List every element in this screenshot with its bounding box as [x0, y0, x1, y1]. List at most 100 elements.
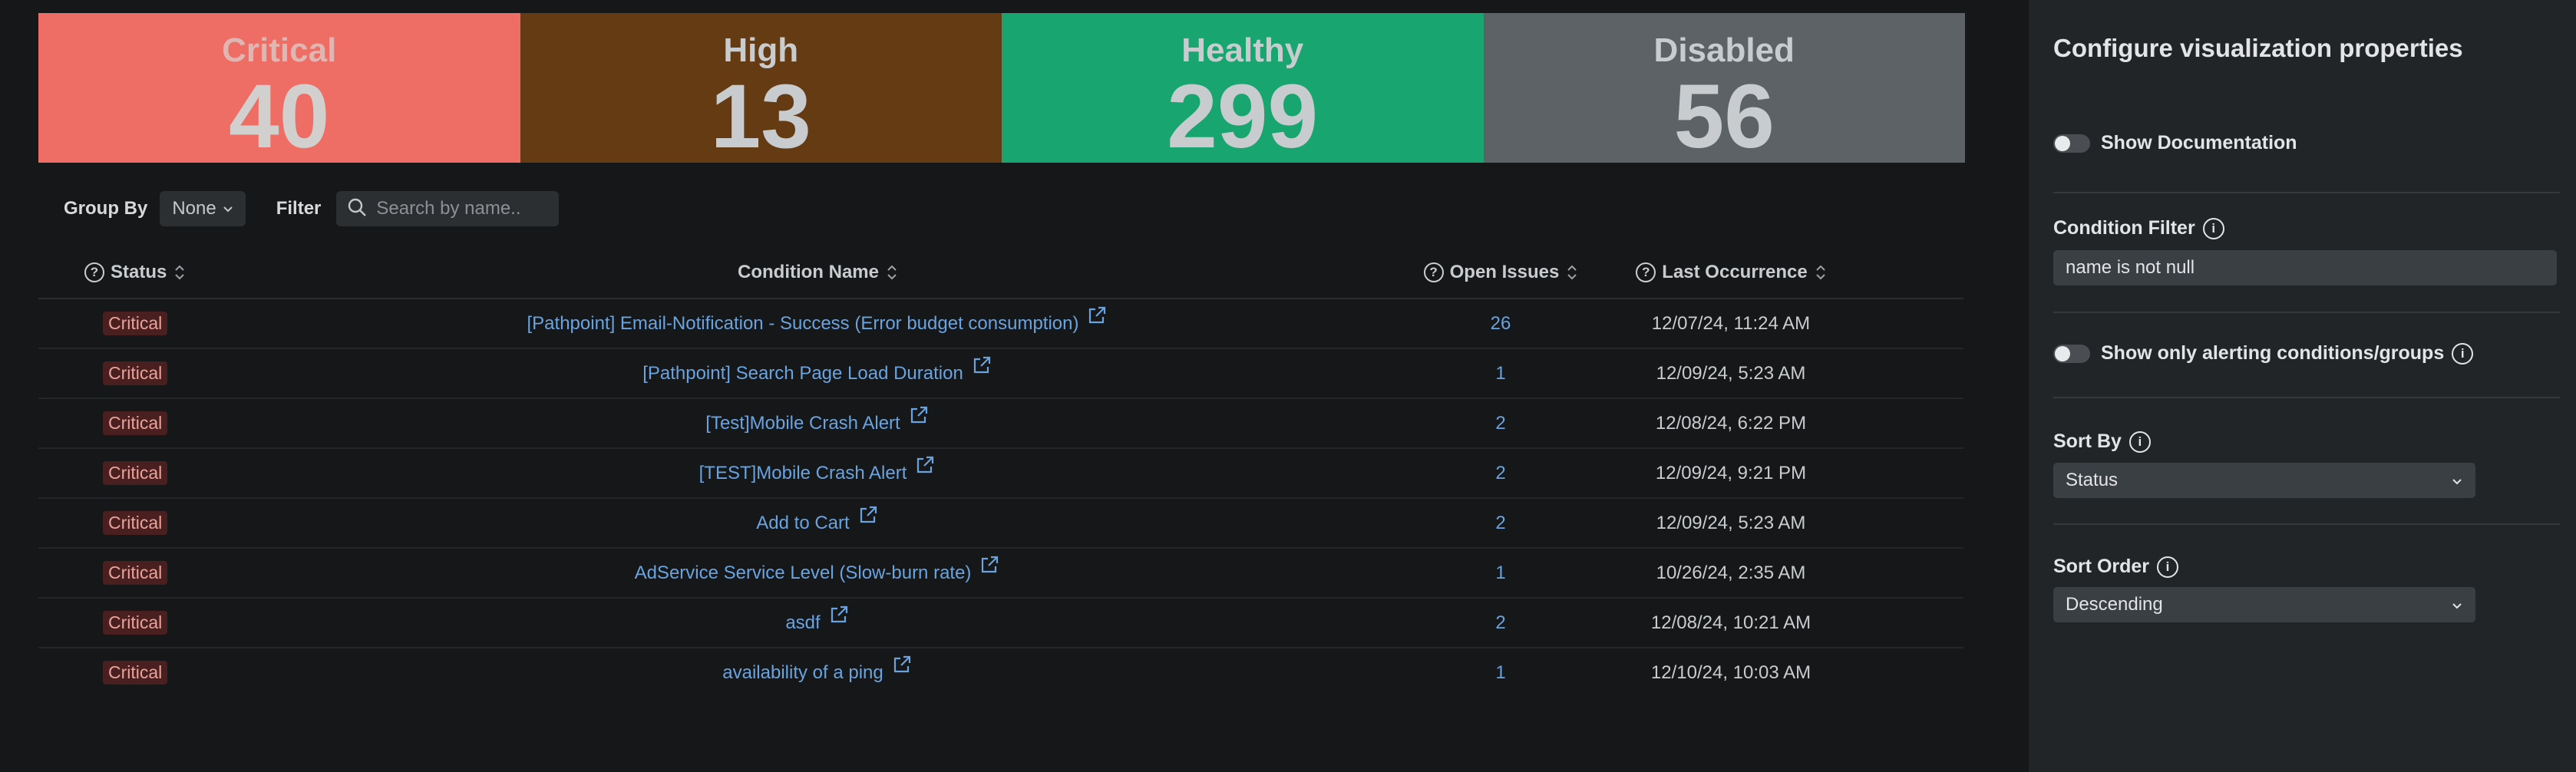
condition-filter-label: Condition Filter i — [2053, 217, 2224, 239]
condition-link[interactable]: [TEST]Mobile Crash Alert — [699, 463, 907, 484]
condition-name-header-label: Condition Name — [738, 262, 879, 282]
filter-label: Filter — [276, 198, 322, 219]
info-icon[interactable]: i — [2202, 217, 2224, 239]
high-count: 13 — [710, 66, 811, 167]
condition-link[interactable]: [Test]Mobile Crash Alert — [705, 413, 900, 434]
status-header[interactable]: ? Status — [38, 262, 238, 283]
table-row: Critical Add to Cart 2 12/09/24, 5:23 AM — [38, 499, 1963, 549]
table-row: Critical asdf 2 12/08/24, 10:21 AM — [38, 599, 1963, 648]
show-documentation-row: Show Documentation — [2053, 132, 2297, 154]
status-badge: Critical — [103, 611, 168, 635]
condition-filter-label-text: Condition Filter — [2053, 217, 2195, 239]
last-occurrence: 12/08/24, 10:21 AM — [1650, 612, 1811, 633]
conditions-table: ? Status Condition Name ? Open Issues ? … — [38, 247, 1963, 697]
open-issues-count[interactable]: 2 — [1495, 413, 1505, 434]
healthy-count: 299 — [1167, 66, 1319, 167]
status-badge: Critical — [103, 661, 168, 685]
sort-icon[interactable] — [174, 263, 185, 282]
table-row: Critical [Pathpoint] Email-Notification … — [38, 299, 1963, 349]
external-link-icon[interactable] — [908, 404, 930, 431]
group-by-label: Group By — [64, 198, 148, 219]
info-icon[interactable]: i — [2129, 431, 2151, 453]
last-occurrence: 12/08/24, 6:22 PM — [1655, 412, 1807, 434]
search-input[interactable] — [375, 197, 547, 220]
show-documentation-toggle[interactable] — [2053, 134, 2090, 153]
table-row: Critical AdService Service Level (Slow-b… — [38, 549, 1963, 599]
show-only-alerting-toggle[interactable] — [2053, 344, 2090, 363]
last-occurrence-header-label: Last Occurrence — [1662, 262, 1808, 282]
external-link-icon[interactable] — [1086, 305, 1108, 332]
status-badge: Critical — [103, 411, 168, 435]
condition-link[interactable]: Add to Cart — [756, 513, 849, 534]
condition-link[interactable]: AdService Service Level (Slow-burn rate) — [635, 563, 972, 584]
status-badge: Critical — [103, 561, 168, 585]
external-link-icon[interactable] — [891, 654, 913, 681]
last-occurrence: 10/26/24, 2:35 AM — [1656, 562, 1806, 583]
last-occurrence: 12/09/24, 5:23 AM — [1656, 362, 1806, 384]
group-by-value: None — [172, 198, 216, 219]
status-badge: Critical — [103, 312, 168, 335]
external-link-icon[interactable] — [971, 355, 992, 381]
sort-order-label-text: Sort Order — [2053, 556, 2150, 577]
sort-by-label: Sort By i — [2053, 431, 2151, 453]
help-icon[interactable]: ? — [1423, 262, 1444, 282]
disabled-tile[interactable]: Disabled 56 — [1483, 13, 1965, 167]
external-link-icon[interactable] — [828, 604, 850, 631]
external-link-icon[interactable] — [914, 454, 936, 481]
sort-icon[interactable] — [1815, 263, 1826, 282]
healthy-label: Healthy — [1181, 31, 1304, 69]
search-box — [336, 191, 560, 226]
external-link-icon[interactable] — [979, 554, 1000, 581]
status-badge: Critical — [103, 511, 168, 535]
last-occurrence-header[interactable]: ? Last Occurrence — [1604, 262, 1858, 283]
condition-link[interactable]: availability of a ping — [722, 662, 883, 684]
info-icon[interactable]: i — [2452, 342, 2474, 365]
condition-link[interactable]: asdf — [785, 612, 820, 634]
sort-order-value: Descending — [2066, 594, 2163, 615]
sort-icon[interactable] — [887, 263, 897, 282]
divider — [2053, 192, 2560, 193]
condition-link[interactable]: [Pathpoint] Email-Notification - Success… — [527, 313, 1079, 335]
table-header: ? Status Condition Name ? Open Issues ? … — [38, 247, 1963, 299]
info-icon[interactable]: i — [2157, 556, 2179, 578]
disabled-label: Disabled — [1653, 31, 1795, 69]
high-tile[interactable]: High 13 — [520, 13, 1002, 163]
open-issues-count[interactable]: 26 — [1491, 313, 1511, 335]
divider — [2053, 523, 2560, 525]
open-issues-count[interactable]: 2 — [1495, 463, 1505, 484]
show-only-alerting-label: Show only alerting conditions/groups — [2101, 342, 2445, 364]
main-content: Critical 40 High 13 Healthy 299 Disabled… — [0, 0, 2026, 772]
external-link-icon[interactable] — [857, 504, 879, 531]
open-issues-count[interactable]: 1 — [1495, 363, 1505, 384]
healthy-tile[interactable]: Healthy 299 — [1002, 13, 1484, 163]
high-label: High — [723, 31, 799, 69]
condition-link[interactable]: [Pathpoint] Search Page Load Duration — [642, 363, 963, 384]
show-only-alerting-row: Show only alerting conditions/groups i — [2053, 342, 2474, 365]
open-issues-header[interactable]: ? Open Issues — [1397, 262, 1604, 283]
panel-title: Configure visualization properties — [2053, 34, 2463, 62]
sort-order-select[interactable]: Descending — [2053, 587, 2475, 622]
sort-icon[interactable] — [1567, 263, 1577, 282]
open-issues-count[interactable]: 2 — [1495, 513, 1505, 534]
last-occurrence: 12/09/24, 9:21 PM — [1655, 462, 1807, 483]
status-header-label: Status — [111, 262, 167, 282]
status-badge: Critical — [103, 461, 168, 485]
condition-filter-input[interactable]: name is not null — [2053, 250, 2557, 285]
open-issues-header-label: Open Issues — [1449, 262, 1560, 282]
last-occurrence: 12/09/24, 5:23 AM — [1656, 512, 1806, 533]
status-badge: Critical — [103, 361, 168, 385]
chevron-down-icon — [2451, 470, 2463, 491]
table-row: Critical [TEST]Mobile Crash Alert 2 12/0… — [38, 449, 1963, 499]
open-issues-count[interactable]: 1 — [1495, 662, 1505, 684]
disabled-count: 56 — [1673, 66, 1775, 167]
help-icon[interactable]: ? — [84, 262, 104, 282]
group-by-select[interactable]: None — [160, 191, 246, 226]
open-issues-count[interactable]: 1 — [1495, 563, 1505, 584]
critical-tile[interactable]: Critical 40 — [38, 13, 520, 163]
sort-by-select[interactable]: Status — [2053, 463, 2475, 498]
divider — [2053, 312, 2560, 313]
open-issues-count[interactable]: 2 — [1495, 612, 1505, 634]
help-icon[interactable]: ? — [1636, 262, 1656, 282]
table-row: Critical [Test]Mobile Crash Alert 2 12/0… — [38, 399, 1963, 449]
condition-name-header[interactable]: Condition Name — [238, 262, 1397, 283]
